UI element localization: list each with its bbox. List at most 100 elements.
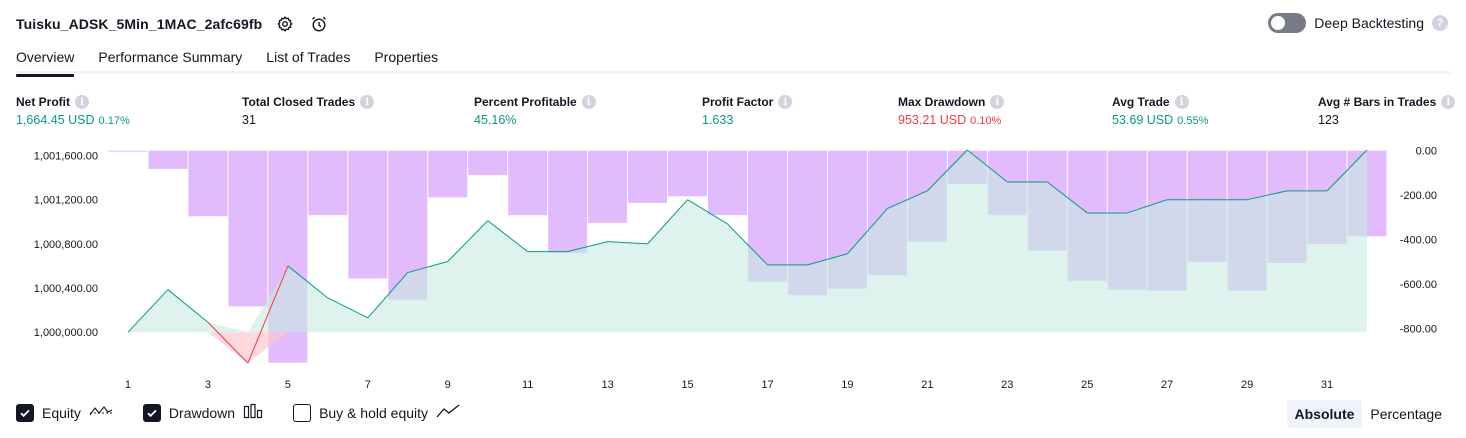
deep-backtesting-label: Deep Backtesting xyxy=(1314,15,1424,31)
drawdown-bar[interactable] xyxy=(308,150,348,216)
drawdown-bar[interactable] xyxy=(108,150,148,152)
tab-bar: Overview Performance Summary List of Tra… xyxy=(16,46,1450,77)
drawdown-bar[interactable] xyxy=(668,150,708,197)
metric-value: 1.633 xyxy=(702,113,734,127)
drawdown-bar[interactable] xyxy=(188,150,228,217)
metric-label: Max Drawdown xyxy=(898,95,986,109)
info-icon[interactable]: i xyxy=(1174,95,1189,109)
add-alert-icon[interactable] xyxy=(308,13,330,35)
y-right-tick-label: -600.00 xyxy=(1400,279,1437,291)
y-left-tick-label: 1,000,800.00 xyxy=(34,239,98,251)
percentage-button[interactable]: Percentage xyxy=(1362,400,1450,428)
y-right-tick-label: -400.00 xyxy=(1400,235,1437,247)
metric-value: 53.69 USD xyxy=(1112,113,1174,127)
y-left-tick-label: 1,001,600.00 xyxy=(34,151,98,163)
metric-percent: 0.17% xyxy=(98,115,130,127)
x-tick-label: 1 xyxy=(125,379,131,391)
drawdown-bar[interactable] xyxy=(228,150,268,307)
drawdown-bar[interactable] xyxy=(148,150,188,169)
y-left-tick-label: 1,001,200.00 xyxy=(34,195,98,207)
metric-total-closed-trades: Total Closed Trades i 31 xyxy=(242,94,375,127)
tab-overview[interactable]: Overview xyxy=(16,46,75,77)
drawdown-bar[interactable] xyxy=(348,150,388,279)
metric-label: Net Profit xyxy=(16,95,70,109)
legend-buy-hold-label: Buy & hold equity xyxy=(319,404,429,421)
y-right-tick-label: -200.00 xyxy=(1400,190,1437,202)
metric-avg-trade: Avg Trade i 53.69 USD 0.55% xyxy=(1112,94,1208,127)
y-left-tick-label: 1,000,400.00 xyxy=(34,283,98,295)
info-icon[interactable]: i xyxy=(581,95,596,109)
y-right-tick-label: -800.00 xyxy=(1400,324,1437,336)
metric-label: Avg Trade xyxy=(1112,95,1170,109)
deep-backtesting-toggle[interactable] xyxy=(1268,13,1307,33)
metric-percent: 0.10% xyxy=(970,115,1002,127)
scale-mode-toggle: Absolute Percentage xyxy=(1286,400,1451,428)
y-right-tick-label: 0.00 xyxy=(1416,146,1437,158)
x-tick-label: 19 xyxy=(841,379,853,391)
drawdown-bar[interactable] xyxy=(708,150,747,216)
equity-line-icon xyxy=(89,403,113,422)
y-left-tick-label: 1,000,000.00 xyxy=(34,327,98,339)
absolute-button[interactable]: Absolute xyxy=(1286,400,1363,428)
metric-value: 1,664.45 USD xyxy=(16,113,95,127)
metric-label: Percent Profitable xyxy=(474,95,577,109)
x-tick-label: 23 xyxy=(1001,379,1013,391)
drawdown-bar[interactable] xyxy=(468,150,508,176)
drawdown-checkbox[interactable] xyxy=(142,403,161,422)
tab-list-of-trades[interactable]: List of Trades xyxy=(266,46,350,74)
x-tick-label: 9 xyxy=(445,379,451,391)
chart-legend: Equity Drawdown Buy & hold equity xyxy=(16,403,490,422)
x-tick-label: 27 xyxy=(1161,379,1173,391)
x-tick-label: 13 xyxy=(601,379,613,391)
equity-drawdown-chart[interactable]: 1,001,600.00 1,001,200.00 1,000,800.00 1,00… xyxy=(0,140,1466,398)
drawdown-bars-icon xyxy=(243,403,263,422)
metric-value: 953.21 USD xyxy=(898,113,967,127)
x-tick-label: 25 xyxy=(1081,379,1093,391)
metric-percent-profitable: Percent Profitable i 45.16% xyxy=(474,94,596,127)
settings-icon[interactable] xyxy=(274,13,296,35)
metric-label: Total Closed Trades xyxy=(242,95,356,109)
deep-backtesting: Deep Backtesting ? xyxy=(1268,13,1448,33)
metric-label: Avg # Bars in Trades xyxy=(1318,95,1437,109)
metric-label: Profit Factor xyxy=(702,95,774,109)
metric-value: 123 xyxy=(1318,113,1339,127)
metric-net-profit: Net Profit i 1,664.45 USD 0.17% xyxy=(16,94,130,127)
x-tick-label: 11 xyxy=(522,379,533,391)
drawdown-bar[interactable] xyxy=(508,150,548,216)
drawdown-bar[interactable] xyxy=(548,150,588,253)
legend-buy-hold[interactable]: Buy & hold equity xyxy=(293,403,460,422)
info-icon[interactable]: i xyxy=(990,95,1005,109)
metric-value: 31 xyxy=(242,113,256,127)
drawdown-bar[interactable] xyxy=(588,150,628,223)
drawdown-bar[interactable] xyxy=(428,150,468,198)
legend-drawdown[interactable]: Drawdown xyxy=(142,403,263,422)
x-tick-label: 3 xyxy=(205,379,211,391)
help-icon[interactable]: ? xyxy=(1432,15,1448,31)
equity-checkbox[interactable] xyxy=(16,403,34,422)
metric-value: 45.16% xyxy=(474,113,517,127)
metric-avg-bars-in-trades: Avg # Bars in Trades i 123 xyxy=(1318,94,1456,127)
x-tick-label: 21 xyxy=(921,379,933,391)
drawdown-bar[interactable] xyxy=(628,150,668,203)
buy-hold-checkbox[interactable] xyxy=(293,403,312,422)
x-tick-label: 31 xyxy=(1321,379,1333,391)
x-tick-label: 5 xyxy=(285,379,291,391)
info-icon[interactable]: i xyxy=(360,95,375,109)
info-icon[interactable]: i xyxy=(75,95,89,109)
info-icon[interactable]: i xyxy=(1441,95,1456,109)
buy-hold-line-icon xyxy=(436,403,460,422)
metric-percent: 0.55% xyxy=(1177,115,1209,127)
strategy-name: Tuisku_ADSK_5Min_1MAC_2afc69fb xyxy=(16,16,263,32)
tab-properties[interactable]: Properties xyxy=(374,46,438,74)
metric-max-drawdown: Max Drawdown i 953.21 USD 0.10% xyxy=(898,94,1005,127)
legend-equity-label: Equity xyxy=(42,404,81,421)
strategy-header: Tuisku_ADSK_5Min_1MAC_2afc69fb xyxy=(16,12,330,36)
legend-equity[interactable]: Equity xyxy=(16,403,113,422)
tab-performance-summary[interactable]: Performance Summary xyxy=(98,46,242,74)
metric-profit-factor: Profit Factor i 1.633 xyxy=(702,94,793,127)
info-icon[interactable]: i xyxy=(778,95,793,109)
x-tick-label: 7 xyxy=(365,379,371,391)
x-tick-label: 17 xyxy=(761,379,773,391)
x-tick-label: 29 xyxy=(1241,379,1253,391)
legend-drawdown-label: Drawdown xyxy=(168,404,236,421)
